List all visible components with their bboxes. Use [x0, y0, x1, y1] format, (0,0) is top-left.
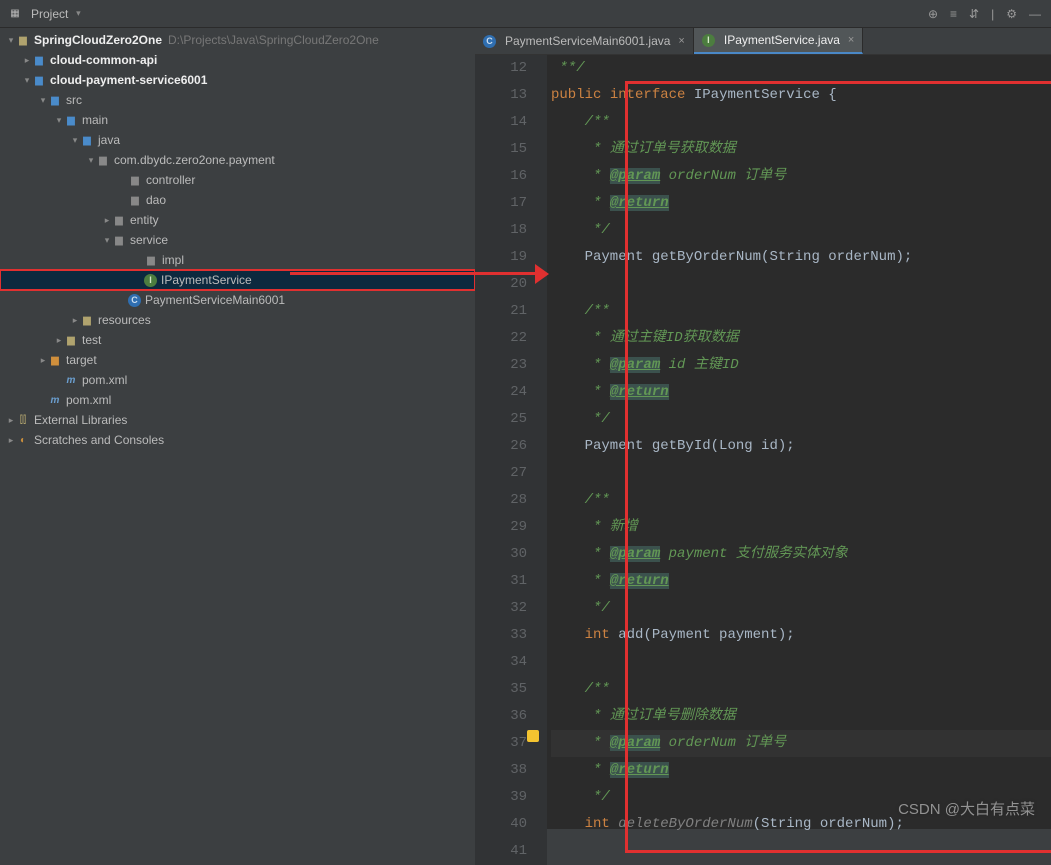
tree-file-ipaymentservice[interactable]: IIPaymentService — [0, 270, 475, 290]
folder-icon: ▆ — [64, 113, 78, 127]
class-icon: C — [483, 35, 496, 48]
tree-file[interactable]: CPaymentServiceMain6001 — [0, 290, 475, 310]
toolbar-icons: ⊕ ≡ ⇵ | ⚙ — — [928, 7, 1051, 21]
package-icon: ▆ — [144, 253, 158, 267]
tree-scratches[interactable]: ◐Scratches and Consoles — [0, 430, 475, 450]
close-icon[interactable]: × — [678, 35, 684, 47]
folder-icon: ▆ — [16, 33, 30, 47]
tree-folder[interactable]: ▆main — [0, 110, 475, 130]
hide-icon[interactable]: — — [1029, 7, 1041, 21]
tree-folder[interactable]: ▆test — [0, 330, 475, 350]
tree-folder[interactable]: ▆resources — [0, 310, 475, 330]
interface-icon: I — [144, 274, 157, 287]
package-icon: ▆ — [112, 233, 126, 247]
editor-tabs: CPaymentServiceMain6001.java× IIPaymentS… — [475, 28, 1051, 55]
watermark: CSDN @大白有点菜 — [898, 798, 1035, 819]
project-icon: ▦ — [8, 7, 22, 21]
tree-module[interactable]: ▆cloud-payment-service6001 — [0, 70, 475, 90]
folder-icon: ▆ — [80, 133, 94, 147]
maven-icon: m — [64, 373, 78, 387]
tree-module[interactable]: ▆cloud-common-api — [0, 50, 475, 70]
tree-package[interactable]: ▆impl — [0, 250, 475, 270]
code-editor[interactable]: 1213141516171819202122232425262728293031… — [475, 55, 1051, 865]
tab-ipaymentservice[interactable]: IIPaymentService.java× — [694, 28, 864, 54]
folder-icon: ▆ — [48, 93, 62, 107]
project-tree[interactable]: ▆SpringCloudZero2OneD:\Projects\Java\Spr… — [0, 28, 475, 829]
resources-icon: ▆ — [80, 313, 94, 327]
gear-icon[interactable]: ⚙ — [1006, 7, 1017, 21]
collapse-icon[interactable]: ⇵ — [969, 7, 979, 21]
library-icon: ⫿⫿ — [16, 413, 30, 427]
class-icon: C — [128, 294, 141, 307]
folder-icon: ▆ — [64, 333, 78, 347]
tree-external-libs[interactable]: ⫿⫿External Libraries — [0, 410, 475, 430]
module-icon: ▆ — [32, 53, 46, 67]
project-toolbar: ▦ Project ▾ ⊕ ≡ ⇵ | ⚙ — — [0, 0, 1051, 28]
package-icon: ▆ — [128, 193, 142, 207]
tree-folder[interactable]: ▆java — [0, 130, 475, 150]
tree-package[interactable]: ▆service — [0, 230, 475, 250]
package-icon: ▆ — [112, 213, 126, 227]
target-icon: ▆ — [48, 353, 62, 367]
editor-panel: CPaymentServiceMain6001.java× IIPaymentS… — [475, 28, 1051, 829]
project-label-text: Project — [31, 7, 68, 21]
project-tool-window-label[interactable]: ▦ Project ▾ — [0, 7, 91, 21]
tree-package[interactable]: ▆dao — [0, 190, 475, 210]
tree-folder[interactable]: ▆src — [0, 90, 475, 110]
expand-icon[interactable]: ≡ — [950, 7, 957, 21]
chevron-down-icon: ▾ — [73, 8, 83, 19]
scratch-icon: ◐ — [16, 433, 30, 447]
package-icon: ▆ — [128, 173, 142, 187]
tree-file-pom[interactable]: mpom.xml — [0, 370, 475, 390]
code-text[interactable]: **/ public interface IPaymentService { /… — [547, 55, 1051, 865]
close-icon[interactable]: × — [848, 34, 854, 46]
gutter: 1213141516171819202122232425262728293031… — [475, 55, 547, 865]
tree-folder[interactable]: ▆target — [0, 350, 475, 370]
package-icon: ▆ — [96, 153, 110, 167]
maven-icon: m — [48, 393, 62, 407]
tree-package[interactable]: ▆entity — [0, 210, 475, 230]
locate-icon[interactable]: ⊕ — [928, 7, 938, 21]
lightbulb-icon[interactable] — [527, 730, 539, 742]
tab-paymentservicemain[interactable]: CPaymentServiceMain6001.java× — [475, 28, 694, 54]
tree-package[interactable]: ▆com.dbydc.zero2one.payment — [0, 150, 475, 170]
interface-icon: I — [702, 34, 715, 47]
tree-file-pom[interactable]: mpom.xml — [0, 390, 475, 410]
tree-root[interactable]: ▆SpringCloudZero2OneD:\Projects\Java\Spr… — [0, 30, 475, 50]
divider: | — [991, 7, 994, 21]
tree-package[interactable]: ▆controller — [0, 170, 475, 190]
module-icon: ▆ — [32, 73, 46, 87]
